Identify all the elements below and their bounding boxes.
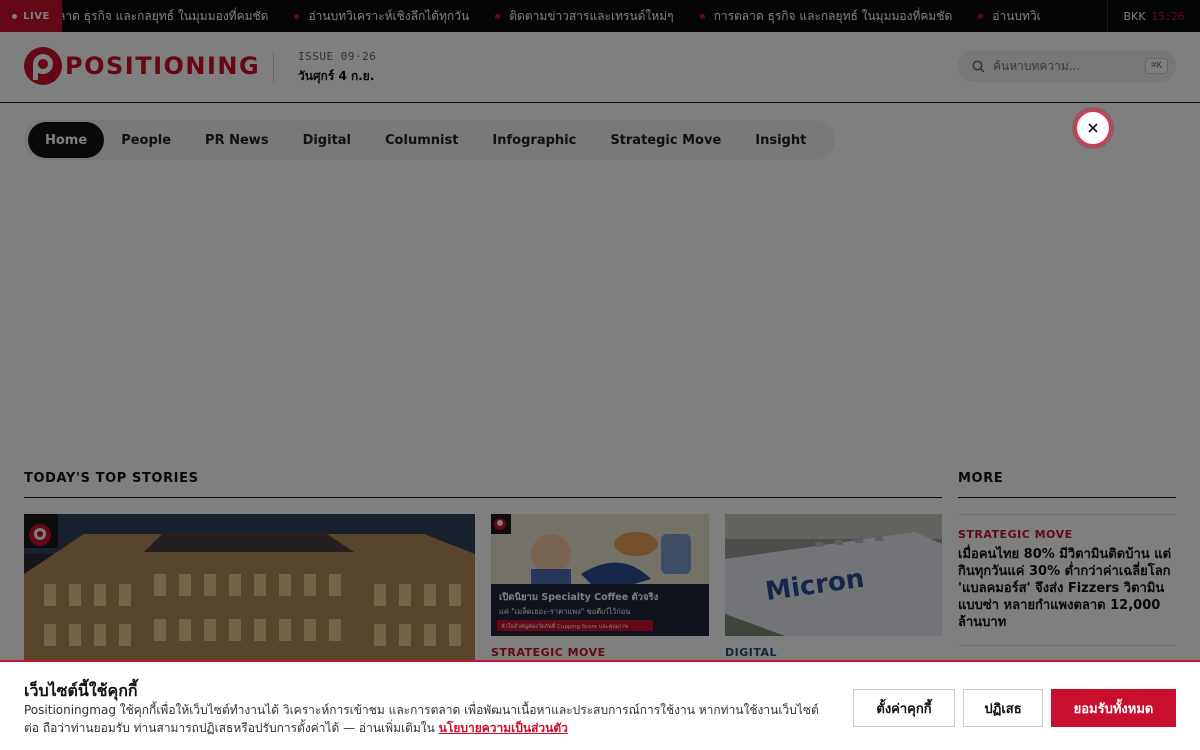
- close-button[interactable]: [1075, 110, 1111, 146]
- cookie-settings-button[interactable]: ตั้งค่าคุกกี้: [853, 689, 955, 727]
- cookie-text: Positioningmag ใช้คุกกี้เพื่อให้เว็บไซต์…: [24, 701, 824, 737]
- modal-backdrop[interactable]: [0, 0, 1200, 750]
- cookie-reject-button[interactable]: ปฏิเสธ: [963, 689, 1043, 727]
- cookie-banner: เว็บไซต์นี้ใช้คุกกี้ Positioningmag ใช้ค…: [0, 660, 1200, 750]
- close-icon: [1088, 123, 1098, 133]
- cookie-description: Positioningmag ใช้คุกกี้เพื่อให้เว็บไซต์…: [24, 703, 819, 735]
- cookie-accept-button[interactable]: ยอมรับทั้งหมด: [1051, 689, 1176, 727]
- privacy-policy-link[interactable]: นโยบายความเป็นส่วนตัว: [439, 721, 568, 735]
